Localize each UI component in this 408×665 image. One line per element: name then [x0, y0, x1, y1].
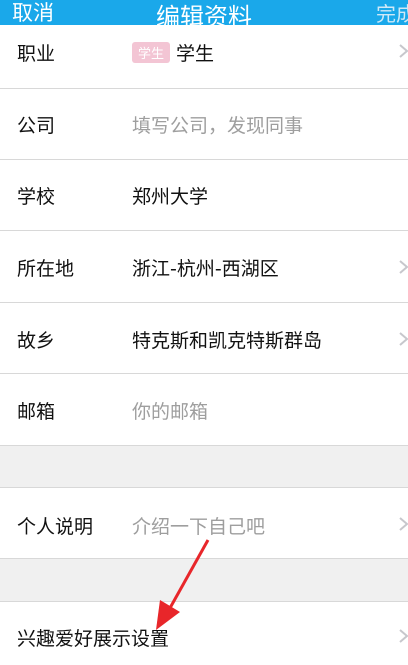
occupation-value: 学生: [176, 43, 215, 65]
location-row[interactable]: 所在地 浙江-杭州-西湖区: [0, 231, 408, 303]
chevron-right-icon: [396, 44, 408, 58]
done-button[interactable]: 完成: [376, 0, 408, 25]
chevron-right-icon: [396, 517, 408, 531]
hometown-label: 故乡: [17, 330, 56, 352]
page-title: 编辑资料: [156, 3, 252, 25]
bio-row[interactable]: 个人说明 介绍一下自己吧: [0, 487, 408, 559]
email-label: 邮箱: [17, 401, 56, 423]
interests-display-row[interactable]: 兴趣爱好展示设置: [0, 601, 408, 665]
student-badge: 学生: [132, 42, 171, 63]
top-nav-bar: 取消 编辑资料 完成: [0, 0, 408, 25]
school-value: 郑州大学: [132, 186, 209, 208]
hometown-row[interactable]: 故乡 特克斯和凯克特斯群岛: [0, 303, 408, 374]
hometown-value: 特克斯和凯克特斯群岛: [132, 330, 323, 352]
interests-display-label: 兴趣爱好展示设置: [17, 628, 170, 650]
email-row[interactable]: 邮箱 你的邮箱: [0, 374, 408, 446]
section-gap: [0, 559, 408, 601]
company-input[interactable]: 填写公司，发现同事: [132, 111, 303, 138]
occupation-label: 职业: [17, 43, 56, 65]
bio-label: 个人说明: [17, 516, 94, 538]
chevron-right-icon: [396, 332, 408, 346]
company-row[interactable]: 公司 填写公司，发现同事: [0, 89, 408, 160]
bio-input[interactable]: 介绍一下自己吧: [132, 512, 265, 539]
chevron-right-icon: [396, 629, 408, 643]
section-gap: [0, 446, 408, 487]
location-label: 所在地: [17, 258, 75, 280]
location-value: 浙江-杭州-西湖区: [132, 258, 279, 280]
occupation-row[interactable]: 职业 学生 学生: [0, 25, 408, 89]
school-label: 学校: [17, 186, 56, 208]
chevron-right-icon: [396, 260, 408, 274]
email-input[interactable]: 你的邮箱: [132, 397, 208, 424]
school-row[interactable]: 学校 郑州大学: [0, 160, 408, 231]
company-label: 公司: [17, 115, 56, 137]
